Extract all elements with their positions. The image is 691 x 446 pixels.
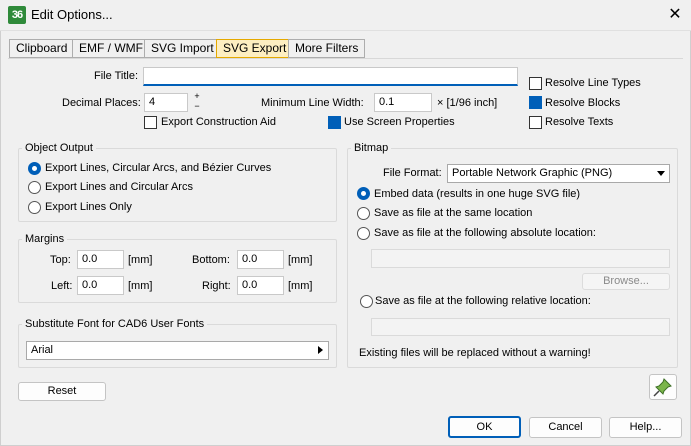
decimal-places-input[interactable]: 4 [144, 93, 188, 112]
margin-right-label: Right: [202, 280, 231, 292]
file-format-label: File Format: [383, 167, 442, 179]
bitmap-radio-same-location[interactable] [357, 207, 370, 220]
file-format-value: Portable Network Graphic (PNG) [452, 167, 613, 179]
object-output-option-1: Export Lines, Circular Arcs, and Bézier … [45, 162, 272, 174]
close-icon[interactable]: ✕ [664, 4, 686, 26]
file-title-input[interactable] [143, 67, 518, 86]
object-output-title: Object Output [22, 142, 96, 154]
resolve-blocks-checkbox[interactable] [529, 96, 542, 109]
export-construction-aid-label: Export Construction Aid [161, 116, 276, 128]
margin-bottom-unit: [mm] [288, 254, 313, 266]
app-icon: 36 [8, 6, 26, 24]
substitute-font-title: Substitute Font for CAD6 User Fonts [22, 318, 208, 330]
relative-path-field[interactable] [371, 318, 670, 336]
help-button[interactable]: Help... [609, 417, 682, 438]
min-line-width-unit: × [1/96 inch] [437, 97, 498, 109]
margin-top-unit: [mm] [128, 254, 153, 266]
use-screen-properties-checkbox[interactable] [328, 116, 341, 129]
file-format-select[interactable]: Portable Network Graphic (PNG) [447, 164, 670, 183]
margin-left-unit: [mm] [128, 280, 153, 292]
absolute-path-field[interactable] [371, 249, 670, 268]
use-screen-properties-label: Use Screen Properties [344, 116, 455, 128]
margin-top-label: Top: [50, 254, 71, 266]
bitmap-title: Bitmap [351, 142, 392, 154]
resolve-line-types-checkbox[interactable] [529, 77, 542, 90]
margin-right-unit: [mm] [288, 280, 313, 292]
bitmap-radio-absolute[interactable] [357, 227, 370, 240]
bitmap-option-embed: Embed data (results in one huge SVG file… [374, 188, 581, 200]
bitmap-option-same-location: Save as file at the same location [374, 207, 533, 219]
margins-title: Margins [22, 233, 68, 245]
pin-button[interactable] [649, 374, 677, 400]
spin-down-button[interactable]: − [191, 102, 203, 112]
substitute-font-value: Arial [31, 344, 54, 356]
chevron-down-icon [657, 171, 665, 176]
object-output-option-3: Export Lines Only [45, 201, 132, 213]
chevron-right-icon [318, 346, 323, 354]
object-output-radio-2[interactable] [28, 181, 41, 194]
decimal-places-label: Decimal Places: [62, 97, 141, 109]
resolve-texts-label: Resolve Texts [545, 116, 614, 128]
min-line-width-input[interactable]: 0.1 [374, 93, 432, 112]
margin-top-input[interactable]: 0.0 [77, 250, 124, 269]
bitmap-option-absolute: Save as file at the following absolute l… [374, 227, 596, 239]
resolve-line-types-label: Resolve Line Types [545, 77, 641, 89]
browse-button[interactable]: Browse... [582, 273, 670, 290]
margin-bottom-label: Bottom: [192, 254, 230, 266]
object-output-option-2: Export Lines and Circular Arcs [45, 181, 193, 193]
margin-right-input[interactable]: 0.0 [237, 276, 284, 295]
tab-svg-import[interactable]: SVG Import [144, 39, 221, 58]
margin-left-input[interactable]: 0.0 [77, 276, 124, 295]
pushpin-icon [653, 378, 672, 397]
reset-button[interactable]: Reset [18, 382, 106, 401]
margins-group [18, 239, 337, 303]
overwrite-warning: Existing files will be replaced without … [359, 347, 591, 359]
file-title-label: File Title: [94, 70, 139, 82]
bitmap-radio-relative[interactable] [360, 295, 373, 308]
object-output-radio-1[interactable] [28, 162, 41, 175]
object-output-radio-3[interactable] [28, 201, 41, 214]
export-construction-aid-checkbox[interactable] [144, 116, 157, 129]
margin-left-label: Left: [51, 280, 73, 292]
resolve-texts-checkbox[interactable] [529, 116, 542, 129]
ok-button[interactable]: OK [448, 416, 521, 438]
margin-bottom-input[interactable]: 0.0 [237, 250, 284, 269]
cancel-button[interactable]: Cancel [529, 417, 602, 438]
substitute-font-select[interactable]: Arial [26, 341, 329, 360]
tab-emf-wmf[interactable]: EMF / WMF [72, 39, 150, 58]
tab-svg-export[interactable]: SVG Export [216, 39, 294, 58]
window-title: Edit Options... [31, 7, 113, 22]
tab-more-filters[interactable]: More Filters [288, 39, 366, 58]
min-line-width-label: Minimum Line Width: [261, 97, 364, 109]
resolve-blocks-label: Resolve Blocks [545, 97, 621, 109]
tab-clipboard[interactable]: Clipboard [9, 39, 75, 58]
bitmap-option-relative: Save as file at the following relative l… [375, 295, 591, 307]
bitmap-radio-embed[interactable] [357, 187, 370, 200]
